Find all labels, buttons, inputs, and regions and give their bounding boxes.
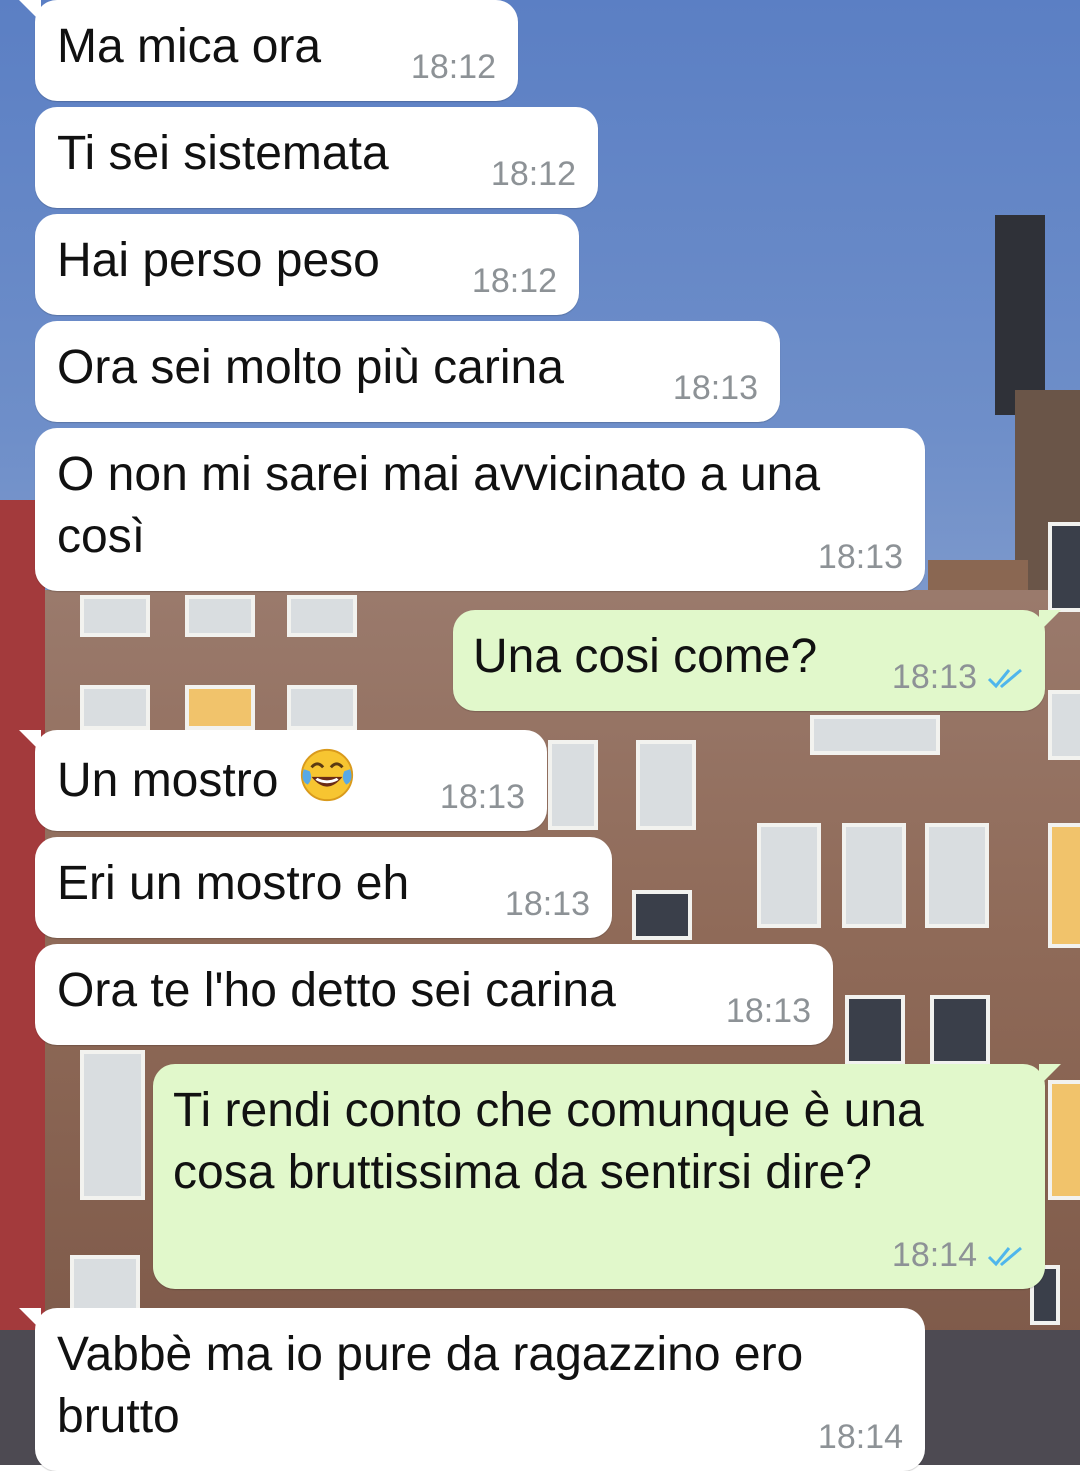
message-bubble[interactable]: Ora te l'ho detto sei carina 18:13 xyxy=(35,944,833,1045)
message-text: Una cosi come? xyxy=(473,630,818,683)
message-bubble-outgoing[interactable]: Ti rendi conto che comunque è una cosa b… xyxy=(153,1064,1061,1289)
read-double-check-icon xyxy=(987,1246,1022,1267)
message-time: 18:14 xyxy=(817,1418,903,1456)
message-text: Hai perso peso xyxy=(57,234,380,287)
message-bubble[interactable]: Un mostro 18:13 xyxy=(19,730,547,831)
message-time: 18:12 xyxy=(490,155,576,193)
message-text: Eri un mostro eh xyxy=(57,857,410,910)
message-time: 18:13 xyxy=(817,538,903,576)
message-bubble[interactable]: Vabbè ma io pure da ragazzino ero brutto… xyxy=(19,1308,925,1471)
message-text: Ora te l'ho detto sei carina xyxy=(57,964,616,1017)
message-time: 18:13 xyxy=(672,369,758,407)
message-text-line-1: O non mi sarei mai avvicinato a una xyxy=(57,448,821,501)
message-text-line-2: così xyxy=(57,510,146,563)
message-text-line-2: cosa bruttissima da sentirsi dire? xyxy=(173,1146,872,1199)
message-time: 18:13 xyxy=(439,778,525,816)
message-time: 18:12 xyxy=(471,262,557,300)
message-text-line-1: Vabbè ma io pure da ragazzino ero xyxy=(57,1328,804,1381)
message-bubble[interactable]: Ti sei sistemata 18:12 xyxy=(35,107,598,208)
message-bubble[interactable]: Ora sei molto più carina 18:13 xyxy=(35,321,780,422)
message-time: 18:14 xyxy=(891,1236,977,1274)
message-time: 18:13 xyxy=(891,658,977,696)
message-bubble[interactable]: Hai perso peso 18:12 xyxy=(35,214,579,315)
message-text-line-1: Ti rendi conto che comunque è una xyxy=(173,1084,924,1137)
message-text-content: Un mostro xyxy=(57,754,279,807)
message-bubble[interactable]: O non mi sarei mai avvicinato a una così… xyxy=(35,428,925,591)
message-time: 18:13 xyxy=(725,992,811,1030)
message-time: 18:13 xyxy=(504,885,590,923)
read-double-check-icon xyxy=(987,668,1022,689)
message-bubble[interactable]: Eri un mostro eh 18:13 xyxy=(35,837,612,938)
message-text: Ora sei molto più carina xyxy=(57,341,564,394)
tears-of-joy-emoji-icon xyxy=(300,748,353,802)
message-text: Un mostro xyxy=(57,746,356,812)
message-text: Ma mica ora xyxy=(57,20,322,73)
message-bubble-outgoing[interactable]: Una cosi come? 18:13 xyxy=(453,610,1061,711)
message-bubble[interactable]: Ma mica ora 18:12 xyxy=(19,0,518,101)
message-text-line-2: brutto xyxy=(57,1390,180,1443)
message-text: Ti sei sistemata xyxy=(57,127,389,180)
message-time: 18:12 xyxy=(410,48,496,86)
